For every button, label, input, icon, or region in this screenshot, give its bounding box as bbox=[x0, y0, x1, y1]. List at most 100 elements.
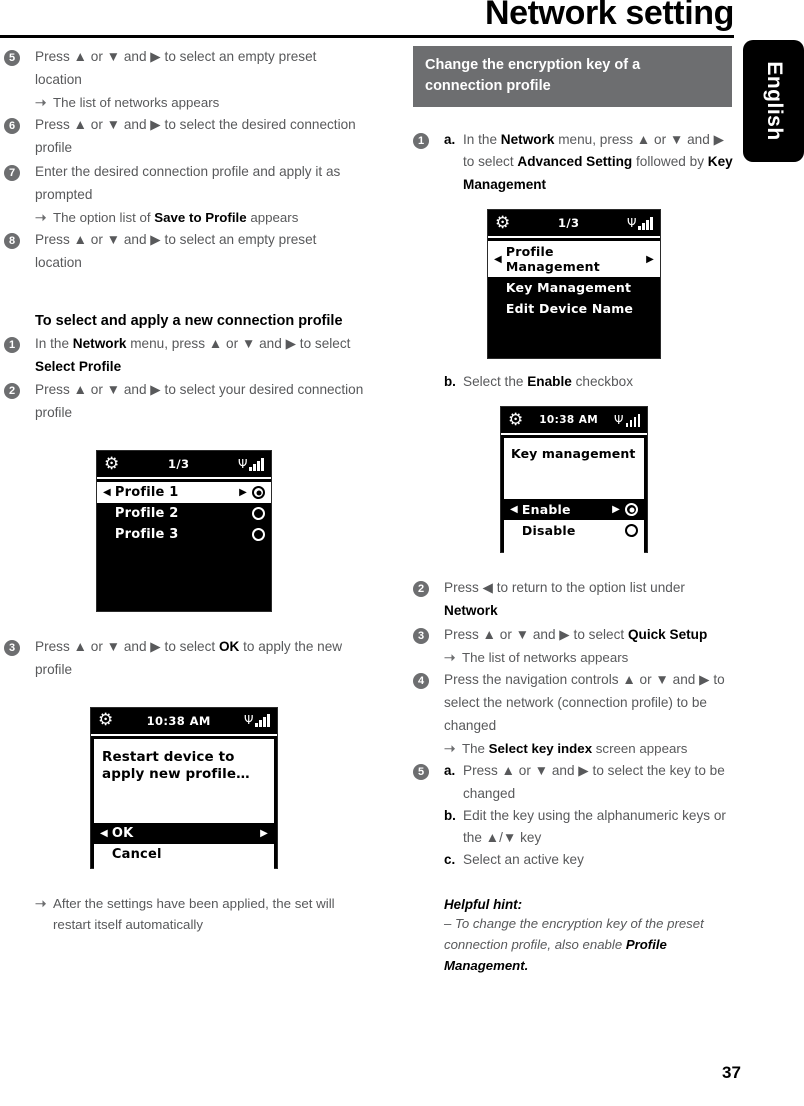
screen-row-disable[interactable]: ◀ Disable ▶ bbox=[504, 520, 644, 541]
arrow-icon: ➝ bbox=[35, 895, 47, 911]
step-5-result: ➝ The list of networks appears bbox=[35, 92, 364, 114]
row-label: OK bbox=[111, 826, 134, 842]
hint-title: Helpful hint: bbox=[444, 896, 523, 912]
radio-selected-icon[interactable] bbox=[625, 503, 638, 517]
row-label: Profile Management bbox=[505, 244, 600, 274]
caret-left-icon: ◀ bbox=[103, 487, 111, 499]
caret-left-icon: ◀ bbox=[510, 504, 518, 516]
bold-term: Network bbox=[500, 132, 555, 148]
caret-left-icon: ◀ bbox=[100, 828, 108, 840]
arrow-icon: ➝ bbox=[35, 209, 47, 225]
screen-row-ok[interactable]: ◀ OK ▶ bbox=[94, 823, 274, 845]
step-7-text: Enter the desired connection profile and… bbox=[35, 163, 341, 202]
gear-icon: ⚙ bbox=[98, 710, 114, 731]
right-column: Change the encryption key of a connectio… bbox=[413, 46, 735, 977]
step-badge: 8 bbox=[4, 233, 20, 250]
step-3-result-text: The list of networks appears bbox=[462, 649, 629, 665]
step-2-text: Press ▲ or ▼ and ▶ to select your desire… bbox=[35, 382, 364, 421]
bold-term: Enable bbox=[527, 374, 572, 389]
row-label: Cancel bbox=[111, 847, 162, 863]
screen-dialog: Key management ◀ Enable ▶ ◀ Disable ▶ bbox=[504, 438, 644, 555]
step-7: 7 Enter the desired connection profile a… bbox=[4, 161, 364, 228]
screen-advanced-wrap: ⚙ 1/3 Ψ ◀ Profile Management ▶ ◀ Key Man… bbox=[413, 209, 735, 359]
substep-letter: a. bbox=[444, 763, 456, 779]
gear-icon: ⚙ bbox=[508, 409, 524, 430]
caret-right-icon: ▶ bbox=[612, 504, 620, 516]
screen-status-center: 1/3 bbox=[557, 216, 580, 230]
device-screen-restart: ⚙ 10:38 AM Ψ Restart device to apply new… bbox=[90, 706, 278, 869]
signal-icon: Ψ bbox=[614, 413, 640, 427]
step-text: a. Press ▲ or ▼ and ▶ to select the key … bbox=[444, 760, 735, 871]
step-badge: 2 bbox=[413, 581, 429, 598]
step-badge: 2 bbox=[4, 383, 20, 400]
row-label: Key Management bbox=[505, 280, 632, 295]
page-number: 37 bbox=[722, 1063, 741, 1082]
screen-row-key-management[interactable]: ◀ Key Management ▶ bbox=[488, 277, 660, 298]
radio-unselected-icon[interactable] bbox=[252, 507, 265, 521]
step-1-part1: In the bbox=[35, 335, 73, 351]
radio-unselected-icon[interactable] bbox=[252, 528, 265, 542]
substep-c-text: Select an active key bbox=[463, 852, 584, 868]
screen-row-profile-management[interactable]: ◀ Profile Management ▶ bbox=[488, 241, 660, 277]
screen-row-enable[interactable]: ◀ Enable ▶ bbox=[504, 499, 644, 521]
row-label: Profile 2 bbox=[114, 506, 179, 522]
step-7-result-text: The option list of Save to Profile appea… bbox=[53, 209, 299, 225]
bold-term: OK bbox=[218, 639, 240, 655]
radio-selected-icon[interactable] bbox=[252, 486, 265, 500]
substep-a: a. In the Network menu, press ▲ or ▼ and… bbox=[444, 129, 735, 196]
device-screen-advanced-setting: ⚙ 1/3 Ψ ◀ Profile Management ▶ ◀ Key Man… bbox=[487, 209, 661, 359]
bold-term: Network bbox=[72, 335, 127, 351]
substep-c: c. Select an active key bbox=[444, 849, 735, 871]
step-3-part1: Press ▲ or ▼ and ▶ to select bbox=[35, 639, 219, 655]
page-title: Network setting bbox=[484, 0, 734, 32]
title-divider bbox=[0, 35, 734, 38]
signal-icon: Ψ bbox=[627, 216, 653, 230]
caret-right-icon: ▶ bbox=[260, 828, 268, 840]
step-2: 2 Press ▲ or ▼ and ▶ to select your desi… bbox=[4, 379, 364, 425]
step-badge: 1 bbox=[4, 336, 20, 353]
step-4-result-text: The Select key index screen appears bbox=[462, 740, 688, 756]
device-screen-profile-select: ⚙ 1/3 Ψ ◀ Profile 1 ▶ ◀ Profile 2 ▶ bbox=[96, 450, 272, 613]
signal-icon: Ψ bbox=[244, 714, 270, 728]
radio-unselected-icon[interactable] bbox=[625, 524, 638, 538]
step-3: 3 Press ▲ or ▼ and ▶ to select Quick Set… bbox=[413, 624, 735, 668]
step-badge: 3 bbox=[4, 640, 20, 657]
bold-term: Quick Setup bbox=[627, 626, 708, 642]
step-text: Press ▲ or ▼ and ▶ to select OK to apply… bbox=[35, 636, 364, 682]
step-text: Press ▲ or ▼ and ▶ to select Quick Setup… bbox=[444, 624, 735, 668]
screen-status-bar: ⚙ 10:38 AM Ψ bbox=[91, 707, 277, 736]
caret-left-icon: ◀ bbox=[494, 253, 502, 265]
row-label: Profile 3 bbox=[114, 527, 179, 543]
device-screen-key-management: ⚙ 10:38 AM Ψ Key management ◀ Enable ▶ ◀… bbox=[500, 406, 648, 555]
step-3-result: ➝ The list of networks appears bbox=[444, 647, 735, 669]
step-8: 8 Press ▲ or ▼ and ▶ to select an empty … bbox=[4, 229, 364, 275]
screen-row-cancel[interactable]: ◀ Cancel ▶ bbox=[94, 844, 274, 865]
screen-row-profile-2[interactable]: ◀ Profile 2 ▶ bbox=[97, 503, 271, 524]
step-1: 1 a. In the Network menu, press ▲ or ▼ a… bbox=[413, 129, 735, 196]
screen-row-edit-device-name[interactable]: ◀ Edit Device Name ▶ bbox=[488, 298, 660, 319]
step-6-text: Press ▲ or ▼ and ▶ to select the desired… bbox=[35, 117, 356, 156]
substep-letter: b. bbox=[444, 807, 456, 823]
caret-right-icon: ▶ bbox=[646, 253, 654, 265]
step-6: 6 Press ▲ or ▼ and ▶ to select the desir… bbox=[4, 114, 364, 160]
step-2: 2 Press ◀ to return to the option list u… bbox=[413, 577, 735, 623]
substep-b: b. Edit the key using the alphanumeric k… bbox=[444, 805, 735, 850]
screen-row-profile-3[interactable]: ◀ Profile 3 ▶ bbox=[97, 524, 271, 545]
step-badge: 5 bbox=[4, 50, 20, 66]
row-label: Enable bbox=[521, 502, 571, 518]
final-result: ➝ After the settings have been applied, … bbox=[35, 893, 364, 936]
step-5-text: Press ▲ or ▼ and ▶ to select an empty pr… bbox=[35, 49, 317, 87]
screen-row-profile-1[interactable]: ◀ Profile 1 ▶ bbox=[97, 482, 271, 504]
screen-list: ◀ Profile Management ▶ ◀ Key Management … bbox=[488, 238, 660, 319]
step-text: b. Select the Enable checkbox bbox=[444, 371, 735, 393]
screen-status-bar: ⚙ 1/3 Ψ bbox=[488, 210, 660, 238]
screen-keymgmt-wrap: ⚙ 10:38 AM Ψ Key management ◀ Enable ▶ ◀… bbox=[413, 406, 735, 555]
step-text: Enter the desired connection profile and… bbox=[35, 161, 364, 228]
substep-letter: a. bbox=[444, 132, 456, 148]
bold-term: Select key index bbox=[488, 740, 593, 756]
left-column: 5 Press ▲ or ▼ and ▶ to select an empty … bbox=[4, 46, 364, 936]
substep-b-text: Select the Enable checkbox bbox=[463, 374, 634, 389]
bold-term: Save to Profile bbox=[154, 209, 247, 225]
hint-body: – To change the encryption key of the pr… bbox=[444, 915, 704, 974]
substep-a-text: In the Network menu, press ▲ or ▼ and ▶ … bbox=[463, 132, 733, 192]
